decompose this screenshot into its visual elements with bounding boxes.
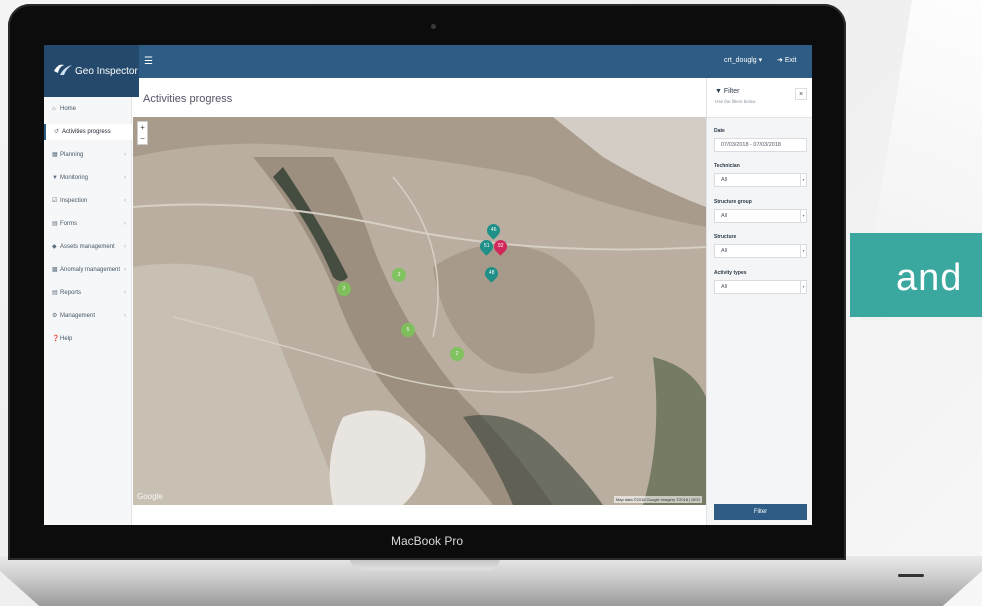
- technician-label: Technician: [714, 163, 740, 169]
- sidebar-item-reports[interactable]: ▤ Reports ‹: [44, 285, 132, 301]
- history-icon: ↺: [54, 129, 60, 135]
- laptop-slot: [898, 574, 924, 577]
- chevron-left-icon: ‹: [124, 244, 126, 250]
- sidebar-item-label: Home: [60, 106, 77, 112]
- monitor-icon: ▼: [52, 175, 58, 181]
- camera: [431, 24, 436, 29]
- map-imagery: [133, 117, 706, 505]
- sidebar-item-label: Monitoring: [60, 175, 89, 181]
- zoom-out-button[interactable]: −: [138, 133, 147, 144]
- map-attribution[interactable]: Map data ©2018 Google Imagery ©2018 | DE…: [613, 496, 702, 503]
- sidebar-item-label: Anomaly management: [60, 267, 121, 273]
- chevron-left-icon: ‹: [124, 267, 126, 273]
- exit-button[interactable]: ➜ Exit: [777, 56, 796, 64]
- calendar-icon: ▦: [52, 152, 58, 158]
- chevron-left-icon: ‹: [124, 313, 126, 319]
- page-title: Activities progress: [143, 93, 233, 105]
- sidebar-item-assets-management[interactable]: ◆ Assets management ‹: [44, 239, 132, 255]
- sidebar-item-label: Reports: [60, 290, 82, 296]
- top-bar: ☰ crt_douglg ▾ ➜ Exit: [44, 45, 812, 78]
- activity-types-label: Activity types: [714, 270, 747, 276]
- chevron-down-icon: ▾: [800, 174, 806, 186]
- exit-label: Exit: [784, 57, 797, 64]
- sidebar-item-management[interactable]: ⚙ Management ‹: [44, 308, 132, 324]
- chevron-left-icon: ‹: [124, 175, 126, 181]
- google-logo: Google: [137, 492, 163, 501]
- technician-select[interactable]: All ▾: [714, 173, 807, 187]
- home-icon: ⌂: [52, 106, 56, 112]
- funnel-icon: ▼: [715, 88, 724, 95]
- map-marker[interactable]: 3: [392, 268, 406, 282]
- sidebar-item-inspection[interactable]: ☑ Inspection ‹: [44, 193, 132, 209]
- exit-icon: ➜: [777, 57, 785, 64]
- help-icon: ❓: [52, 336, 60, 342]
- warning-icon: ▩: [52, 267, 58, 273]
- chevron-left-icon: ‹: [124, 198, 126, 204]
- date-range-input[interactable]: 07/03/2018 - 07/03/2018: [714, 138, 807, 152]
- sidebar-item-home[interactable]: ⌂ Home: [44, 101, 132, 117]
- banner-text: and: [896, 257, 963, 299]
- hamburger-icon[interactable]: ☰: [144, 56, 153, 67]
- activity-types-select[interactable]: All ▾: [714, 280, 807, 294]
- chevron-down-icon: ▾: [800, 210, 806, 222]
- check-icon: ☑: [52, 198, 58, 204]
- sidebar-item-planning[interactable]: ▦ Planning ‹: [44, 147, 132, 163]
- map-marker[interactable]: 2: [450, 347, 464, 361]
- sidebar-item-help[interactable]: ❓Help: [44, 331, 132, 347]
- teal-banner: and: [850, 233, 982, 317]
- sidebar-item-forms[interactable]: ▤ Forms ‹: [44, 216, 132, 232]
- filter-button[interactable]: Filter: [714, 504, 807, 520]
- structure-label: Structure: [714, 234, 737, 240]
- sidebar-item-label: Management: [60, 313, 96, 319]
- sidebar-item-activities-progress[interactable]: ↺ Activities progress: [44, 124, 132, 140]
- chevron-left-icon: ‹: [124, 221, 126, 227]
- report-icon: ▤: [52, 290, 58, 296]
- chevron-down-icon: ▾: [800, 245, 806, 257]
- zoom-in-button[interactable]: +: [138, 122, 147, 133]
- filter-subtitle: Use the filters below: [715, 99, 756, 104]
- filter-panel: ▼ Filter Use the filters below × Date 07…: [706, 78, 812, 525]
- tag-icon: ◆: [52, 244, 57, 250]
- user-menu[interactable]: crt_douglg ▾: [724, 56, 762, 64]
- sidebar-item-label: Planning: [60, 152, 84, 158]
- map-marker[interactable]: 2: [337, 282, 351, 296]
- forms-icon: ▤: [52, 221, 58, 227]
- chevron-left-icon: ‹: [124, 152, 126, 158]
- sidebar: ⌂ Home ↺ Activities progress ▦ Planning ‹ ▼ M…: [44, 97, 132, 525]
- app-screen: ☰ crt_douglg ▾ ➜ Exit Geo Inspector ⌂ Hom…: [44, 45, 812, 525]
- structure-group-label: Structure group: [714, 199, 752, 205]
- structure-group-select[interactable]: All ▾: [714, 209, 807, 223]
- chevron-down-icon: ▾: [800, 281, 806, 293]
- chevron-left-icon: ‹: [124, 290, 126, 296]
- logo[interactable]: Geo Inspector: [44, 45, 139, 97]
- close-button[interactable]: ×: [795, 88, 807, 100]
- sidebar-item-label: Inspection: [60, 198, 88, 204]
- zoom-control: + −: [137, 121, 148, 145]
- sidebar-item-label: Activities progress: [62, 129, 111, 135]
- sidebar-item-anomaly-management[interactable]: ▩ Anomaly management ‹: [44, 262, 132, 278]
- map-marker[interactable]: 5: [401, 323, 415, 337]
- structure-select[interactable]: All ▾: [714, 244, 807, 258]
- logo-text: Geo Inspector: [75, 66, 138, 77]
- laptop-brand: MacBook Pro: [390, 534, 464, 548]
- sidebar-item-label: Help: [60, 336, 73, 342]
- logo-icon: [54, 64, 72, 75]
- date-label: Date: [714, 128, 725, 134]
- filter-header: ▼ Filter Use the filters below ×: [707, 78, 812, 118]
- satellite-map[interactable]: + − 46 51 92 48 2 3 5 2 Google Map data …: [133, 117, 706, 505]
- sidebar-item-label: Forms: [60, 221, 77, 227]
- filter-title: ▼ Filter: [715, 88, 740, 95]
- sidebar-item-label: Assets management: [60, 244, 115, 250]
- cogs-icon: ⚙: [52, 313, 58, 319]
- sidebar-item-monitoring[interactable]: ▼ Monitoring ‹: [44, 170, 132, 186]
